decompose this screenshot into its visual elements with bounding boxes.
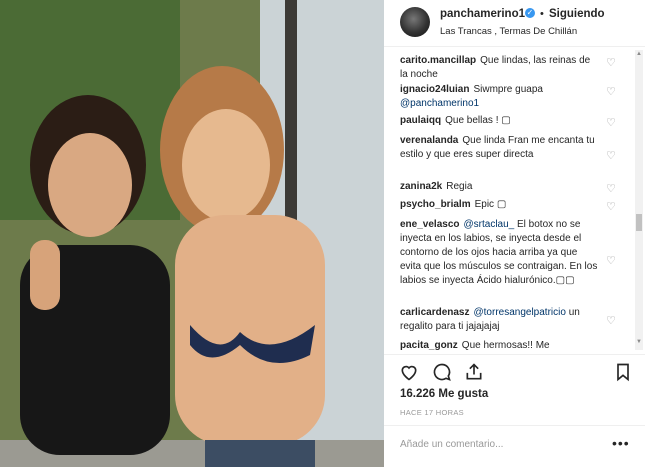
post-sidebar: panchamerino1 ✓ • Siguiendo Las Trancas … [384, 0, 645, 467]
comment-text: Epic ▢ [474, 199, 507, 210]
like-comment-icon[interactable]: ♡ [606, 85, 616, 98]
post-actions [384, 354, 645, 385]
comment-username[interactable]: zanina2k [400, 181, 442, 192]
following-button[interactable]: Siguiendo [549, 8, 605, 20]
post-header: panchamerino1 ✓ • Siguiendo Las Trancas … [384, 0, 645, 47]
mention-link[interactable]: @panchamerino1 [400, 98, 479, 109]
like-comment-icon[interactable]: ♡ [606, 314, 616, 327]
comment-input[interactable]: Añade un comentario... [400, 439, 503, 450]
comment-username[interactable]: ignacio24luian [400, 84, 469, 95]
comment-username[interactable]: psycho_brialm [400, 199, 471, 210]
comment-item: verenalanda Que linda Fran me encanta tu … [400, 134, 598, 162]
save-bookmark-icon[interactable] [613, 362, 633, 382]
like-comment-icon[interactable]: ♡ [606, 200, 616, 213]
mention-link[interactable]: @torresangelpatricio [474, 307, 566, 318]
comment-username[interactable]: carlicardenasz [400, 307, 470, 318]
scroll-down-icon[interactable]: ▼ [636, 339, 642, 345]
like-comment-icon[interactable]: ♡ [606, 182, 616, 195]
post-photo[interactable] [0, 0, 384, 467]
comment-text: Regia [446, 181, 473, 192]
like-comment-icon[interactable]: ♡ [606, 116, 616, 129]
comment-text: Que bellas ! ▢ [445, 115, 511, 126]
comment-item: paulaiqq Que bellas ! ▢ [400, 114, 598, 128]
comment-icon[interactable] [432, 362, 452, 382]
share-icon[interactable] [464, 362, 484, 382]
scroll-up-icon[interactable]: ▲ [636, 51, 642, 57]
comment-username[interactable]: carito.mancillap [400, 55, 476, 66]
comment-username[interactable]: ene_velasco [400, 219, 460, 230]
comment-username[interactable]: verenalanda [400, 135, 458, 146]
comment-item: carito.mancillap Que lindas, las reinas d… [400, 54, 598, 82]
avatar[interactable] [400, 7, 430, 37]
like-comment-icon[interactable]: ♡ [606, 254, 616, 267]
post-time: HACE 17 HORAS [400, 408, 464, 417]
like-comment-icon[interactable]: ♡ [606, 149, 616, 162]
comments-scrollbar[interactable]: ▲ ▼ [635, 50, 643, 350]
mention-link[interactable]: @srtaclau_ [464, 219, 515, 230]
add-comment-bar: Añade un comentario... ••• [384, 425, 645, 468]
comment-username[interactable]: pacita_gonz [400, 340, 458, 351]
comment-item: ignacio24luian Siwmpre guapa @panchamerin… [400, 83, 598, 111]
heart-icon[interactable] [399, 362, 419, 382]
location-link[interactable]: Las Trancas , Termas De Chillán [440, 26, 577, 37]
comment-item: pacita_gonz Que hermosas!! Me [400, 339, 598, 352]
comment-item: ene_velasco @srtaclau_ El botox no se iny… [400, 218, 598, 288]
separator-dot: • [540, 8, 544, 20]
verified-badge-icon: ✓ [525, 8, 535, 18]
photo-illustration [0, 0, 384, 467]
comment-item: zanina2k Regia [400, 180, 598, 194]
comment-text: Que hermosas!! Me [461, 340, 550, 351]
likes-count[interactable]: 16.226 Me gusta [400, 388, 488, 400]
like-comment-icon[interactable]: ♡ [606, 56, 616, 69]
comment-text: Siwmpre guapa [473, 84, 543, 95]
comment-item: carlicardenasz @torresangelpatricio un re… [400, 306, 598, 334]
scrollbar-thumb[interactable] [636, 214, 642, 231]
comment-item: psycho_brialm Epic ▢ [400, 198, 598, 212]
comment-username[interactable]: paulaiqq [400, 115, 441, 126]
more-options-icon[interactable]: ••• [612, 435, 630, 451]
comment-list: carito.mancillap Que lindas, las reinas d… [384, 50, 632, 352]
username-link[interactable]: panchamerino1 [440, 8, 525, 20]
